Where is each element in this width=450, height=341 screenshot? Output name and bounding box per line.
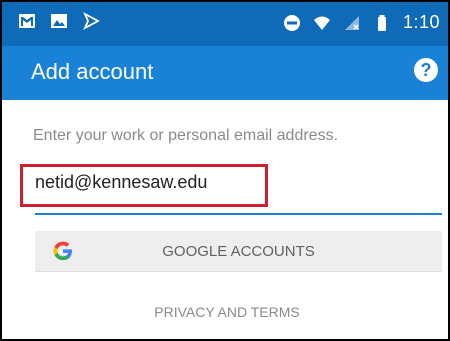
email-field-underline [35, 213, 442, 215]
dnd-icon [283, 14, 300, 31]
app-bar: Add account ? [2, 46, 448, 100]
status-right-icons: 1:10 [283, 12, 440, 33]
signal-icon [344, 15, 359, 30]
google-accounts-button[interactable]: GOOGLE ACCOUNTS [35, 231, 442, 272]
status-time: 1:10 [402, 12, 440, 32]
battery-icon [377, 14, 386, 31]
email-prompt: Enter your work or personal email addres… [33, 127, 339, 144]
status-bar: 1:10 [2, 2, 448, 46]
wifi-icon [313, 16, 330, 30]
gmail-icon [19, 14, 35, 28]
page-title: Add account [31, 59, 154, 84]
help-icon[interactable]: ? [414, 58, 438, 82]
play-icon [83, 12, 100, 30]
google-accounts-label: GOOGLE ACCOUNTS [162, 243, 315, 260]
status-left-icons [18, 12, 100, 30]
privacy-terms-link[interactable]: PRIVACY AND TERMS [2, 304, 448, 320]
image-icon [51, 14, 67, 28]
highlight-box [20, 164, 268, 207]
screen-frame: 1:10 Add account ? Enter your work or pe… [0, 0, 450, 341]
